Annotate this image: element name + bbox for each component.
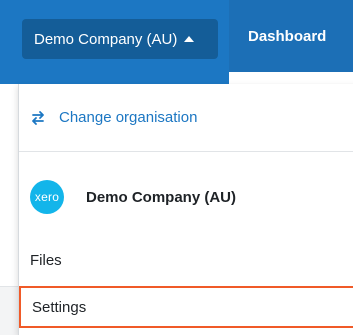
swap-arrows-icon xyxy=(32,110,44,125)
tab-dashboard[interactable]: Dashboard xyxy=(229,0,353,84)
tab-dashboard-label: Dashboard xyxy=(248,27,327,45)
xero-logo-text: xero xyxy=(34,190,60,204)
menu-item-files-label: Files xyxy=(30,251,62,269)
change-organisation-label: Change organisation xyxy=(59,109,198,126)
menu-item-settings-label: Settings xyxy=(32,298,87,316)
page-background xyxy=(0,286,18,335)
top-navigation-bar: Demo Company (AU) Dashboard xyxy=(0,0,353,84)
org-dropdown-menu: Change organisation xero Demo Company (A… xyxy=(18,84,353,335)
org-switcher-button[interactable]: Demo Company (AU) xyxy=(22,19,218,59)
org-switcher-label: Demo Company (AU) xyxy=(34,30,178,48)
organisation-name: Demo Company (AU) xyxy=(86,188,237,206)
menu-item-settings[interactable]: Settings xyxy=(19,286,353,328)
menu-item-files[interactable]: Files xyxy=(19,242,353,278)
caret-up-icon xyxy=(184,35,195,42)
current-organisation-item[interactable]: xero Demo Company (AU) xyxy=(19,152,353,242)
xero-logo: xero xyxy=(30,180,64,214)
change-organisation-link[interactable]: Change organisation xyxy=(19,84,353,152)
